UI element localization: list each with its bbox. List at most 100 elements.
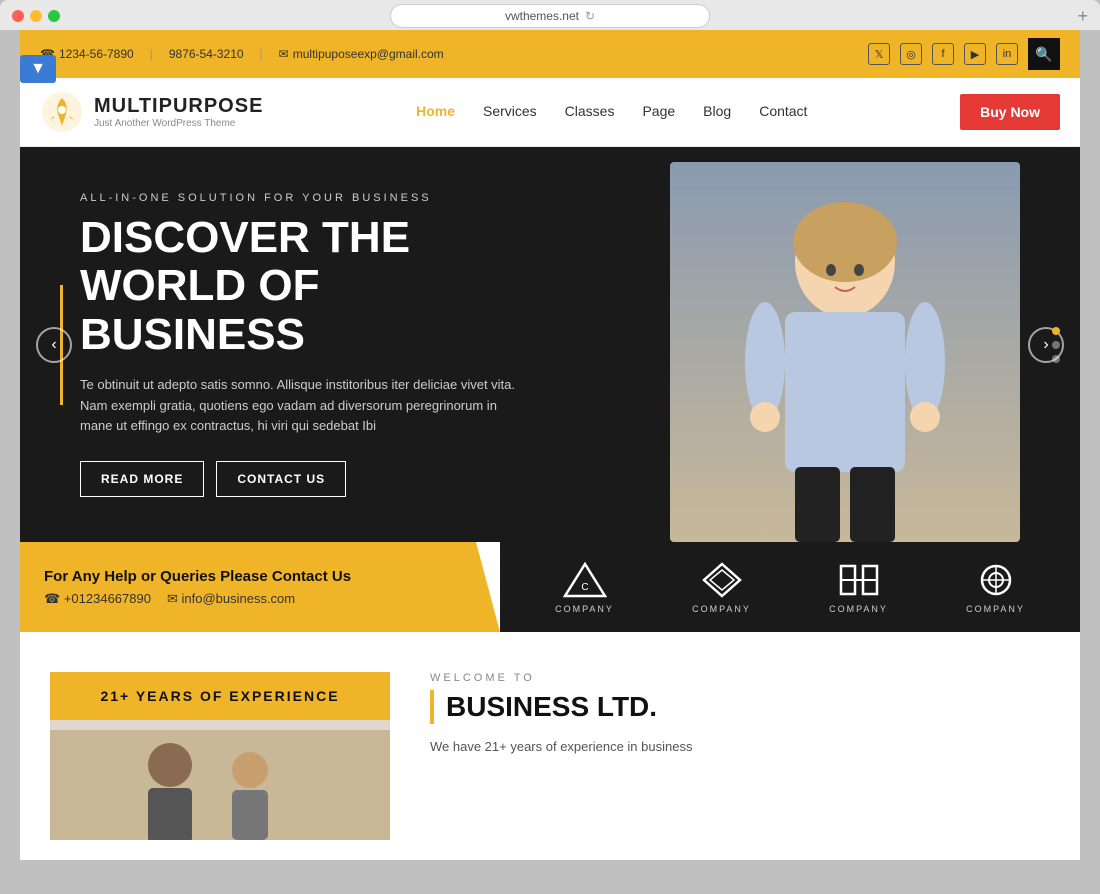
separator: |: [150, 47, 153, 61]
nav-link-home[interactable]: Home: [416, 103, 455, 119]
company-logo-3: COMPANY: [829, 560, 888, 614]
nav-link-services[interactable]: Services: [483, 103, 537, 119]
url-text: vwthemes.net: [505, 9, 579, 23]
nav-link-classes[interactable]: Classes: [565, 103, 615, 119]
dropdown-icon: ▼: [30, 60, 46, 78]
hero-image: [670, 162, 1020, 542]
about-title: BUSINESS LTD.: [430, 690, 1050, 724]
about-section: 21+ YEARS OF EXPERIENCE WELCOME TO BUSIN…: [20, 632, 1080, 860]
slide-dot-3[interactable]: [1052, 355, 1060, 363]
company-icon-3: [834, 560, 884, 600]
about-image: [50, 720, 390, 840]
logo-text: MULTIPURPOSE Just Another WordPress Them…: [94, 95, 263, 129]
nav-item-contact[interactable]: Contact: [759, 103, 807, 121]
contact-phone: ☎ +01234667890: [44, 591, 151, 607]
website-wrapper: ▼ ☎ 1234-56-7890 | 9876-54-3210 | ✉ mult…: [20, 30, 1080, 860]
contact-bar-right: C COMPANY COMPANY: [500, 542, 1080, 632]
nav-link-blog[interactable]: Blog: [703, 103, 731, 119]
experience-badge: 21+ YEARS OF EXPERIENCE: [50, 672, 390, 720]
contact-email: ✉ info@business.com: [167, 591, 295, 607]
minimize-button[interactable]: [30, 10, 42, 22]
company-logo-4: COMPANY: [966, 560, 1025, 614]
top-bar: ☎ 1234-56-7890 | 9876-54-3210 | ✉ multip…: [20, 30, 1080, 78]
nav-link-page[interactable]: Page: [642, 103, 675, 119]
company-icon-1: C: [560, 560, 610, 600]
hero-title: DISCOVER THE WORLD OF BUSINESS: [80, 214, 540, 359]
browser-window: vwthemes.net ↻ +: [0, 0, 1100, 30]
nav-item-blog[interactable]: Blog: [703, 103, 731, 121]
phone1-number: 1234-56-7890: [59, 47, 134, 61]
top-bar-social: 𝕏 ◎ f ▶ in 🔍: [868, 38, 1060, 70]
phone2-number: 9876-54-3210: [169, 47, 244, 61]
twitter-icon[interactable]: 𝕏: [868, 43, 890, 65]
company-name-3: COMPANY: [829, 604, 888, 614]
address-bar[interactable]: vwthemes.net ↻: [390, 4, 710, 28]
company-logo-1: C COMPANY: [555, 560, 614, 614]
logo-area: MULTIPURPOSE Just Another WordPress Them…: [40, 90, 263, 134]
company-name-1: COMPANY: [555, 604, 614, 614]
hero-woman-svg: [695, 162, 995, 542]
top-bar-contact: ☎ 1234-56-7890 | 9876-54-3210 | ✉ multip…: [40, 47, 444, 61]
hero-description: Te obtinuit ut adepto satis somno. Allis…: [80, 375, 520, 437]
close-button[interactable]: [12, 10, 24, 22]
email-address: multipuposeexp@gmail.com: [293, 47, 444, 61]
site-header: MULTIPURPOSE Just Another WordPress Them…: [20, 78, 1080, 147]
hero-content: ALL-IN-ONE SOLUTION FOR YOUR BUSINESS DI…: [20, 152, 600, 538]
prev-icon: ‹: [51, 336, 56, 354]
next-icon: ›: [1043, 336, 1048, 354]
nav-menu: Home Services Classes Page Blog Contact: [416, 103, 807, 121]
welcome-label: WELCOME TO: [430, 672, 1050, 684]
about-right: WELCOME TO BUSINESS LTD. We have 21+ yea…: [430, 672, 1050, 758]
logo-icon: [40, 90, 84, 134]
buy-now-button[interactable]: Buy Now: [960, 94, 1060, 130]
search-button[interactable]: 🔍: [1028, 38, 1060, 70]
company-name-2: COMPANY: [692, 604, 751, 614]
main-nav: Home Services Classes Page Blog Contact: [416, 103, 807, 121]
contact-bar: For Any Help or Queries Please Contact U…: [20, 542, 1080, 632]
dropdown-indicator[interactable]: ▼: [20, 55, 56, 83]
slider-prev-button[interactable]: ‹: [36, 327, 72, 363]
separator2: |: [260, 47, 263, 61]
refresh-icon[interactable]: ↻: [585, 9, 595, 23]
email-item: ✉ multipuposeexp@gmail.com: [279, 47, 444, 61]
logo-title: MULTIPURPOSE: [94, 95, 263, 118]
contact-bar-left: For Any Help or Queries Please Contact U…: [20, 542, 500, 632]
youtube-icon[interactable]: ▶: [964, 43, 986, 65]
email-icon2: ✉: [167, 591, 178, 606]
hero-buttons: READ MORE CONTACT US: [80, 461, 540, 497]
svg-text:C: C: [581, 582, 588, 593]
contact-heading: For Any Help or Queries Please Contact U…: [44, 568, 476, 585]
browser-titlebar: vwthemes.net ↻ +: [0, 10, 1100, 30]
traffic-lights: [12, 10, 60, 22]
contact-details: ☎ +01234667890 ✉ info@business.com: [44, 591, 476, 607]
hero-subtitle: ALL-IN-ONE SOLUTION FOR YOUR BUSINESS: [80, 192, 540, 204]
company-name-4: COMPANY: [966, 604, 1025, 614]
nav-item-services[interactable]: Services: [483, 103, 537, 121]
slider-dots: [1052, 327, 1060, 363]
about-description: We have 21+ years of experience in busin…: [430, 736, 1050, 758]
read-more-button[interactable]: READ MORE: [80, 461, 204, 497]
email-icon: ✉: [279, 47, 289, 61]
company-logo-2: COMPANY: [692, 560, 751, 614]
logo-subtitle: Just Another WordPress Theme: [94, 118, 263, 129]
contact-email-address: info@business.com: [181, 591, 295, 606]
company-icon-2: [697, 560, 747, 600]
contact-us-button[interactable]: CONTACT US: [216, 461, 346, 497]
facebook-icon[interactable]: f: [932, 43, 954, 65]
about-left: 21+ YEARS OF EXPERIENCE: [50, 672, 390, 840]
new-tab-button[interactable]: +: [1077, 6, 1088, 27]
nav-item-classes[interactable]: Classes: [565, 103, 615, 121]
phone-icon2: ☎: [44, 591, 60, 606]
nav-link-contact[interactable]: Contact: [759, 103, 807, 119]
maximize-button[interactable]: [48, 10, 60, 22]
nav-item-home[interactable]: Home: [416, 103, 455, 121]
hero-section: ALL-IN-ONE SOLUTION FOR YOUR BUSINESS DI…: [20, 147, 1080, 542]
nav-item-page[interactable]: Page: [642, 103, 675, 121]
instagram-icon[interactable]: ◎: [900, 43, 922, 65]
slide-dot-2[interactable]: [1052, 341, 1060, 349]
slide-dot-1[interactable]: [1052, 327, 1060, 335]
contact-phone-number: +01234667890: [64, 591, 151, 606]
company-icon-4: [971, 560, 1021, 600]
phone2-item: 9876-54-3210: [169, 47, 244, 61]
linkedin-icon[interactable]: in: [996, 43, 1018, 65]
